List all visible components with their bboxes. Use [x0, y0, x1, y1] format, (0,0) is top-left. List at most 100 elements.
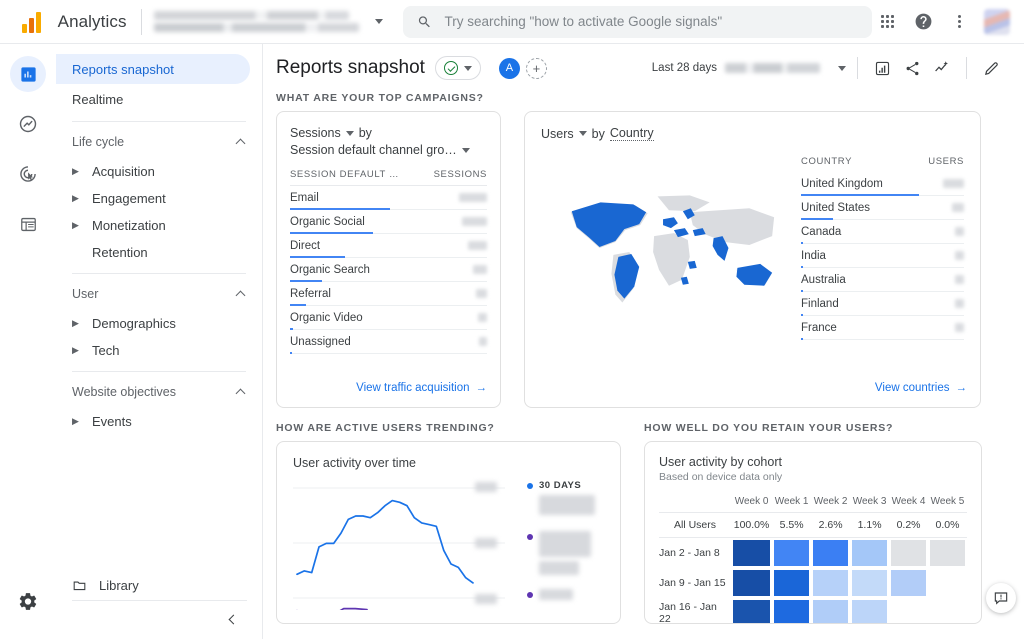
row-value-redacted — [476, 289, 487, 298]
cohort-heat-cell[interactable] — [850, 538, 889, 569]
table-row[interactable]: United Kingdom — [801, 172, 964, 196]
country-metric-selector[interactable]: Users by Country — [541, 126, 789, 141]
sidebar-item-monetization[interactable]: ▶ Monetization — [56, 212, 262, 239]
sidebar-item-engagement[interactable]: ▶ Engagement — [56, 185, 262, 212]
table-row[interactable]: United States — [801, 196, 964, 220]
metric-selector[interactable]: Sessions by — [290, 126, 487, 140]
cohort-heat-cell[interactable] — [928, 538, 967, 569]
cohort-value: 0.0% — [928, 513, 967, 538]
explore-icon — [18, 114, 38, 134]
more-options-icon[interactable] — [944, 7, 974, 37]
insights-icon[interactable] — [929, 55, 955, 81]
table-row[interactable]: India — [801, 244, 964, 268]
sidebar-item-events[interactable]: ▶ Events — [56, 408, 262, 435]
compare-chart-icon[interactable] — [869, 55, 895, 81]
sidebar-group-label: Website objectives — [72, 385, 176, 399]
share-icon[interactable] — [899, 55, 925, 81]
table-row[interactable]: Canada — [801, 220, 964, 244]
sidebar-collapse-button[interactable] — [220, 607, 244, 631]
sidebar-item-acquisition[interactable]: ▶ Acquisition — [56, 158, 262, 185]
cohort-heat-cell[interactable] — [772, 538, 811, 569]
sidebar-item-tech[interactable]: ▶ Tech — [56, 337, 262, 364]
cohort-heat-cell[interactable] — [889, 598, 928, 624]
row-label: Canada — [801, 226, 841, 238]
sidebar-item-retention[interactable]: Retention — [56, 239, 262, 266]
chevron-up-icon[interactable] — [236, 389, 246, 399]
link-label: View traffic acquisition — [356, 382, 469, 394]
sidebar-item-realtime[interactable]: Realtime — [56, 84, 250, 114]
rail-item-explore[interactable] — [10, 106, 46, 142]
legend-item[interactable] — [527, 589, 606, 600]
activity-chart[interactable] — [293, 480, 519, 615]
activity-legend: 30 DAYS — [519, 480, 606, 615]
table-row[interactable]: Email — [290, 186, 487, 210]
sidebar-group-user[interactable]: User — [56, 278, 262, 310]
cohort-heat-cell[interactable] — [889, 538, 928, 569]
help-icon[interactable] — [908, 7, 938, 37]
cohort-heat-cell[interactable] — [850, 568, 889, 598]
status-badge[interactable] — [435, 56, 481, 80]
table-row[interactable]: France — [801, 316, 964, 340]
sidebar-item-label: Engagement — [92, 191, 166, 206]
avatar[interactable]: A — [499, 58, 520, 79]
cohort-heat-cell[interactable] — [811, 598, 850, 624]
cohort-heat-cell[interactable] — [731, 538, 772, 569]
cohort-heat-cell[interactable] — [811, 568, 850, 598]
sidebar-group-life-cycle[interactable]: Life cycle — [56, 126, 262, 158]
cohort-row[interactable]: Jan 16 - Jan 22 — [659, 598, 967, 624]
row-label: Email — [290, 192, 319, 204]
edit-pencil-icon[interactable] — [978, 55, 1004, 81]
card-title: User activity by cohort — [659, 455, 967, 469]
search-input[interactable] — [444, 14, 858, 29]
table-row[interactable]: Unassigned — [290, 330, 487, 354]
chevron-down-icon — [346, 131, 354, 136]
user-avatar[interactable] — [984, 9, 1010, 35]
sidebar-group-website-objectives[interactable]: Website objectives — [56, 376, 262, 408]
google-analytics-logo-icon[interactable] — [22, 11, 48, 33]
table-row[interactable]: Referral — [290, 282, 487, 306]
cohort-heat-cell[interactable] — [772, 598, 811, 624]
row-label: Organic Video — [290, 312, 363, 324]
dimension-selector[interactable]: Session default channel gro… — [290, 143, 487, 157]
chevron-down-icon[interactable] — [375, 19, 383, 24]
cohort-heat-cell[interactable] — [772, 568, 811, 598]
cohort-heat-cell[interactable] — [889, 568, 928, 598]
chevron-up-icon[interactable] — [236, 291, 246, 301]
add-user-button[interactable]: + — [526, 58, 547, 79]
table-row[interactable]: Finland — [801, 292, 964, 316]
apps-grid-icon[interactable] — [872, 7, 902, 37]
search-bar[interactable] — [403, 6, 872, 38]
view-countries-link[interactable]: View countries → — [875, 382, 967, 394]
cohort-heat-cell[interactable] — [731, 568, 772, 598]
rail-item-reports[interactable] — [10, 56, 46, 92]
feedback-button[interactable] — [986, 583, 1016, 613]
legend-item[interactable]: 30 DAYS — [527, 480, 606, 491]
legend-item[interactable] — [527, 531, 606, 557]
chevron-up-icon[interactable] — [236, 139, 246, 149]
cohort-heat-cell[interactable] — [928, 568, 967, 598]
table-row[interactable]: Organic Video — [290, 306, 487, 330]
rail-item-configure[interactable] — [10, 206, 46, 242]
dimension-selector-label[interactable]: Country — [610, 126, 654, 141]
rail-item-advertising[interactable] — [10, 156, 46, 192]
table-row[interactable]: Organic Search — [290, 258, 487, 282]
table-row[interactable]: Australia — [801, 268, 964, 292]
cohort-heat-cell[interactable] — [928, 598, 967, 624]
admin-gear-icon[interactable] — [18, 591, 39, 617]
view-traffic-acquisition-link[interactable]: View traffic acquisition → — [356, 382, 487, 394]
cohort-heat-cell[interactable] — [731, 598, 772, 624]
report-canvas: WHAT ARE YOUR TOP CAMPAIGNS? Sessions by… — [263, 92, 1024, 624]
table-row[interactable]: Organic Social — [290, 210, 487, 234]
sidebar-item-demographics[interactable]: ▶ Demographics — [56, 310, 262, 337]
cohort-heat-cell[interactable] — [811, 538, 850, 569]
sidebar-item-library[interactable]: Library — [56, 578, 263, 593]
sidebar-item-reports-snapshot[interactable]: Reports snapshot — [56, 54, 250, 84]
account-property-selector[interactable] — [154, 11, 366, 32]
cohort-row[interactable]: Jan 9 - Jan 15 — [659, 568, 967, 598]
world-map[interactable] — [541, 167, 789, 332]
table-row[interactable]: Direct — [290, 234, 487, 258]
cohort-row-label: Jan 9 - Jan 15 — [659, 568, 731, 598]
cohort-row[interactable]: Jan 2 - Jan 8 — [659, 538, 967, 569]
date-range-selector[interactable]: Last 28 days — [652, 62, 846, 74]
cohort-heat-cell[interactable] — [850, 598, 889, 624]
